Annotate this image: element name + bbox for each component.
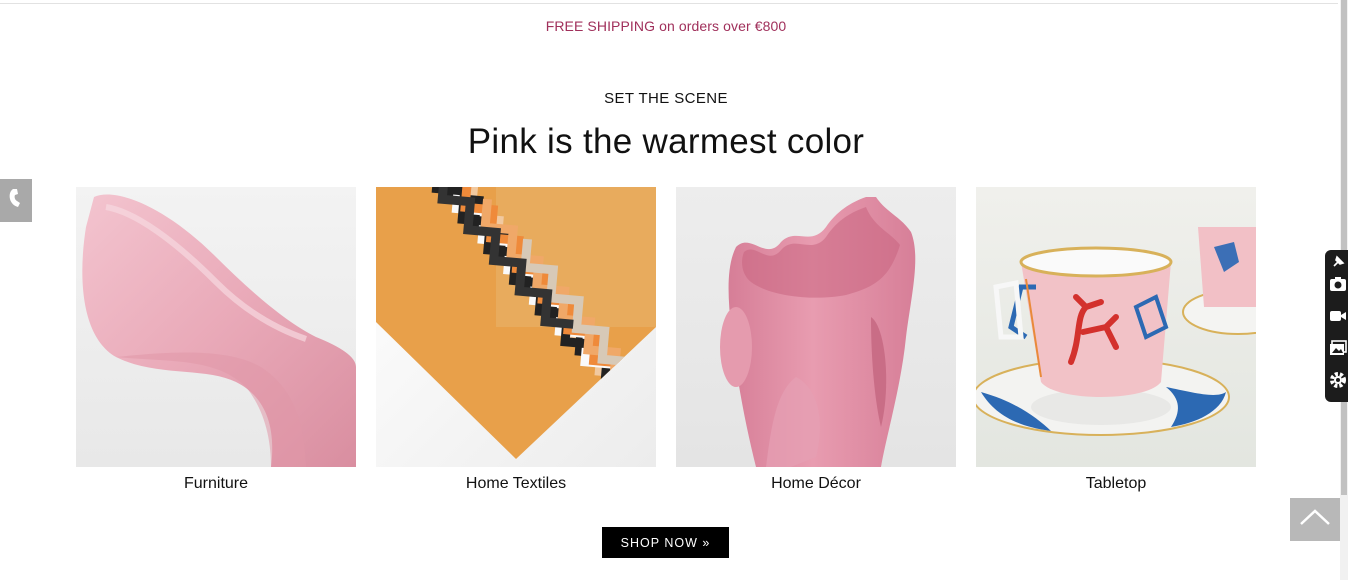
scrollbar-thumb[interactable] <box>1341 0 1347 495</box>
shop-now-button[interactable]: SHOP NOW » <box>602 527 729 558</box>
gear-icon[interactable] <box>1328 370 1348 390</box>
category-label[interactable]: Tabletop <box>976 475 1256 493</box>
contact-phone-tab[interactable] <box>0 179 32 222</box>
category-label[interactable]: Home Décor <box>676 475 956 493</box>
gallery-icon[interactable] <box>1328 338 1348 358</box>
pink-chair-photo[interactable] <box>76 187 356 467</box>
category-card-tabletop[interactable]: Tabletop <box>976 187 1256 493</box>
coral-cup-photo[interactable] <box>976 187 1256 467</box>
phone-icon <box>9 188 23 213</box>
pin-icon[interactable] <box>1328 252 1348 272</box>
header-divider <box>0 3 1338 4</box>
category-card-home-decor[interactable]: Home Décor <box>676 187 956 493</box>
video-icon[interactable] <box>1328 306 1348 326</box>
section-eyebrow: SET THE SCENE <box>604 90 728 107</box>
camera-icon[interactable] <box>1328 274 1348 294</box>
category-label[interactable]: Furniture <box>76 475 356 493</box>
capture-toolbar <box>1325 250 1348 402</box>
category-card-furniture[interactable]: Furniture <box>76 187 356 493</box>
category-card-home-textiles[interactable]: Home Textiles <box>376 187 656 493</box>
zigzag-cushion-photo[interactable] <box>376 187 656 467</box>
pink-vase-photo[interactable] <box>676 187 956 467</box>
category-label[interactable]: Home Textiles <box>376 475 656 493</box>
chevron-up-icon <box>1299 508 1331 531</box>
section-headline: Pink is the warmest color <box>467 122 865 161</box>
back-to-top-button[interactable] <box>1290 498 1340 541</box>
free-shipping-banner: FREE SHIPPING on orders over €800 <box>545 18 787 34</box>
